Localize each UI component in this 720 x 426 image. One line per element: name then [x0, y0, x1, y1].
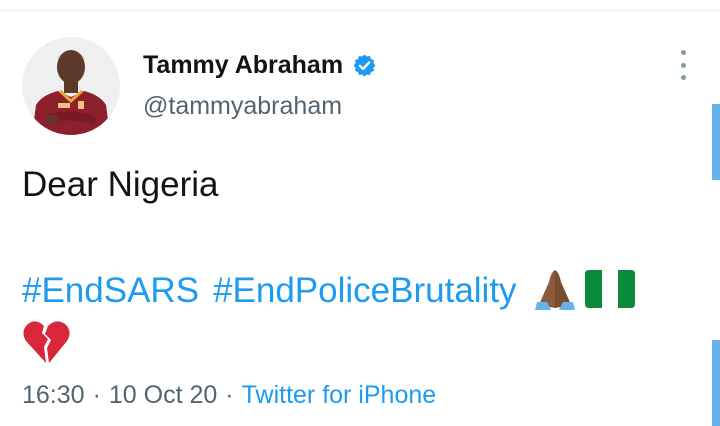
hashtag-row: #EndSARS #EndPoliceBrutality	[22, 266, 641, 316]
tweet-time[interactable]: 16:30	[22, 381, 85, 410]
hashtag-link[interactable]: #EndPoliceBrutality	[213, 271, 517, 311]
broken-heart-icon	[22, 319, 72, 365]
meta-separator: ·	[92, 380, 101, 409]
more-dot	[680, 75, 686, 80]
tweet-date[interactable]: 10 Oct 20	[109, 381, 217, 410]
avatar-image	[22, 37, 120, 135]
author-handle[interactable]: @tammyabraham	[143, 92, 342, 121]
scrollbar-gap	[712, 180, 720, 340]
folded-hands-icon	[531, 266, 579, 317]
hashtag-link[interactable]: #EndSARS	[22, 271, 199, 311]
more-dot	[680, 62, 686, 68]
nigeria-flag-icon	[584, 269, 635, 313]
author-display-name[interactable]: Tammy Abraham	[143, 51, 343, 80]
top-divider	[0, 10, 720, 11]
tweet-source-link[interactable]: Twitter for iPhone	[242, 381, 437, 410]
more-vertical-icon[interactable]	[672, 50, 694, 80]
scrollbar[interactable]	[712, 104, 720, 426]
more-dot	[680, 50, 686, 55]
verified-badge-icon	[352, 53, 377, 78]
avatar[interactable]	[22, 37, 120, 135]
meta-separator: ·	[225, 380, 234, 409]
tweet-meta: 16:30 · 10 Oct 20 · Twitter for iPhone	[22, 378, 436, 412]
tweet-text: Dear Nigeria	[22, 165, 219, 204]
author-name-row[interactable]: Tammy Abraham	[143, 48, 377, 82]
